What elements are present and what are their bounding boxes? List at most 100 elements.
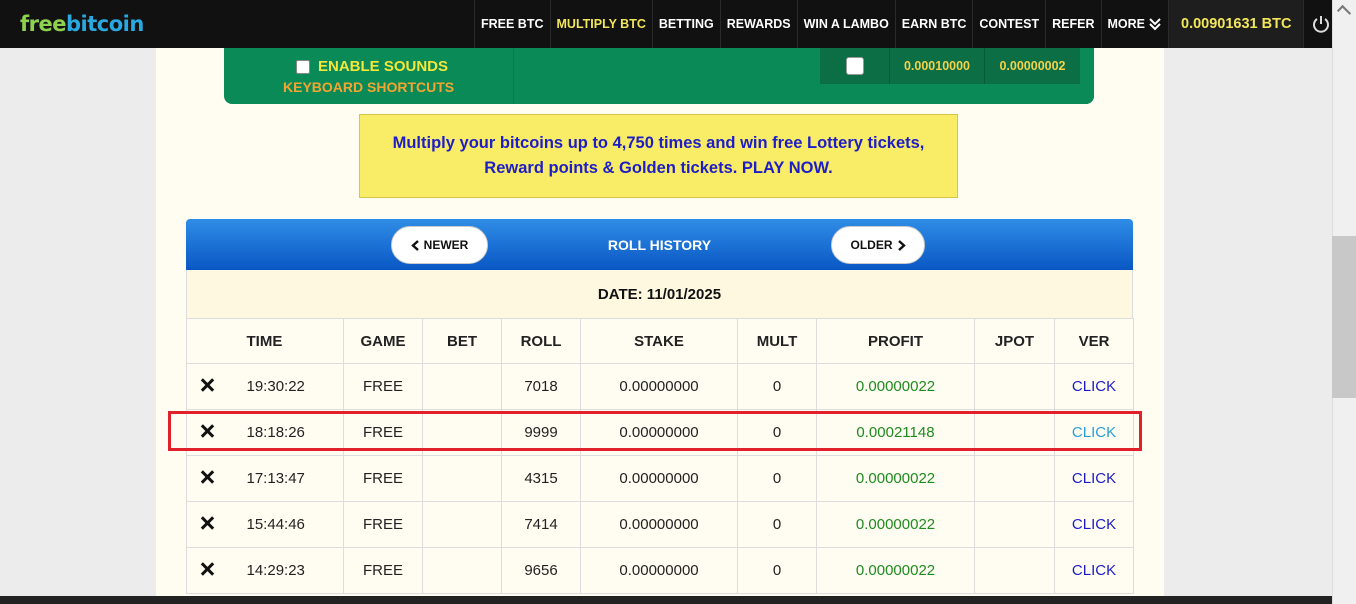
cell-bet <box>422 501 502 548</box>
col-header-game: GAME <box>343 318 423 364</box>
double-chevron-down-icon <box>1149 18 1161 31</box>
nav-item-multiply-btc[interactable]: MULTIPLY BTC <box>549 0 652 48</box>
cell-time: 19:30:22 <box>226 363 344 410</box>
nav-item-more[interactable]: MORE <box>1100 0 1169 48</box>
table-row: 14:29:23 FREE 9656 0.00000000 0 0.000000… <box>186 547 1134 594</box>
cell-profit: 0.00000022 <box>816 501 975 548</box>
roll-history-table: TIME GAME BET ROLL STAKE MULT PROFIT JPO… <box>186 318 1134 594</box>
promo-banner[interactable]: Multiply your bitcoins up to 4,750 times… <box>359 114 958 198</box>
logo-text-bitcoin: bitcoin <box>65 12 144 36</box>
newer-button[interactable]: NEWER <box>391 226 488 264</box>
nav-item-rewards[interactable]: REWARDS <box>719 0 797 48</box>
nav-item-contest[interactable]: CONTEST <box>972 0 1045 48</box>
cell-mult: 0 <box>737 547 817 594</box>
expand-arrows-icon <box>200 378 214 392</box>
cell-mult: 0 <box>737 501 817 548</box>
col-header-stake: STAKE <box>580 318 738 364</box>
cell-mult: 0 <box>737 455 817 502</box>
col-header-jpot: JPOT <box>974 318 1055 364</box>
power-icon <box>1312 16 1329 33</box>
cell-game: FREE <box>343 547 423 594</box>
col-header-time: TIME <box>226 318 344 364</box>
col-header-icon <box>186 318 227 364</box>
bet-row-checkbox[interactable] <box>845 57 864 75</box>
cell-roll: 4315 <box>501 455 581 502</box>
table-row: 15:44:46 FREE 7414 0.00000000 0 0.000000… <box>186 501 1134 548</box>
cell-jpot <box>974 363 1055 410</box>
cell-bet <box>422 547 502 594</box>
top-navbar: freebitcoin FREE BTC MULTIPLY BTC BETTIN… <box>0 0 1332 48</box>
verify-link[interactable]: CLICK <box>1054 547 1134 594</box>
expand-row-icon[interactable] <box>186 363 227 410</box>
history-date: DATE: 11/01/2025 <box>186 270 1133 318</box>
col-header-mult: MULT <box>737 318 817 364</box>
cell-roll: 7414 <box>501 501 581 548</box>
nav-item-earn-btc[interactable]: EARN BTC <box>894 0 973 48</box>
cell-game: FREE <box>343 501 423 548</box>
nav-item-free-btc[interactable]: FREE BTC <box>474 0 550 48</box>
nav-menu: FREE BTC MULTIPLY BTC BETTING REWARDS WI… <box>474 0 1337 48</box>
nav-item-more-label: MORE <box>1107 17 1146 31</box>
older-button-label: OLDER <box>850 238 893 252</box>
cell-bet <box>422 455 502 502</box>
col-header-ver: VER <box>1054 318 1134 364</box>
chevron-left-icon <box>410 239 419 251</box>
scrollbar-thumb[interactable] <box>1332 236 1356 398</box>
expand-row-icon[interactable] <box>186 547 227 594</box>
table-row: 17:13:47 FREE 4315 0.00000000 0 0.000000… <box>186 455 1134 502</box>
enable-sounds-label: ENABLE SOUNDS <box>318 58 449 75</box>
highlight-annotation-box <box>168 411 1142 451</box>
col-header-roll: ROLL <box>501 318 581 364</box>
nav-item-win-a-lambo[interactable]: WIN A LAMBO <box>796 0 895 48</box>
promo-line-1: Multiply your bitcoins up to 4,750 times… <box>392 134 925 152</box>
site-logo[interactable]: freebitcoin <box>20 12 144 36</box>
cell-time: 15:44:46 <box>226 501 344 548</box>
col-header-profit: PROFIT <box>816 318 975 364</box>
cell-stake: 0.00000000 <box>580 363 738 410</box>
bet-odds-row: 0.00010000 0.00000002 <box>820 48 1080 84</box>
cell-jpot <box>974 501 1055 548</box>
cell-stake: 0.00000000 <box>580 455 738 502</box>
table-header-row: TIME GAME BET ROLL STAKE MULT PROFIT JPO… <box>186 318 1134 364</box>
cell-profit: 0.00000022 <box>816 547 975 594</box>
verify-link[interactable]: CLICK <box>1054 363 1134 410</box>
cell-roll: 7018 <box>501 363 581 410</box>
multiply-box-divider <box>513 48 514 104</box>
bet-value-2: 0.00000002 <box>999 59 1066 73</box>
table-row: 19:30:22 FREE 7018 0.00000000 0 0.000000… <box>186 363 1134 410</box>
enable-sounds-checkbox[interactable] <box>296 59 310 74</box>
chevron-right-icon <box>897 239 906 251</box>
cell-stake: 0.00000000 <box>580 501 738 548</box>
cell-game: FREE <box>343 363 423 410</box>
expand-arrows-icon <box>200 470 214 484</box>
logo-text-free: free <box>20 12 66 36</box>
roll-history-title: ROLL HISTORY <box>607 236 712 253</box>
balance-display[interactable]: 0.00901631 BTC <box>1168 0 1304 48</box>
cell-roll: 9656 <box>501 547 581 594</box>
cell-time: 17:13:47 <box>226 455 344 502</box>
cell-mult: 0 <box>737 363 817 410</box>
cell-stake: 0.00000000 <box>580 547 738 594</box>
verify-link[interactable]: CLICK <box>1054 501 1134 548</box>
cell-time: 14:29:23 <box>226 547 344 594</box>
older-button[interactable]: OLDER <box>831 226 925 264</box>
expand-row-icon[interactable] <box>186 501 227 548</box>
promo-line-2: Reward points & Golden tickets. PLAY NOW… <box>484 159 833 177</box>
cell-jpot <box>974 547 1055 594</box>
enable-sounds-toggle[interactable]: ENABLE SOUNDS <box>296 58 448 75</box>
cell-game: FREE <box>343 455 423 502</box>
expand-row-icon[interactable] <box>186 455 227 502</box>
newer-button-label: NEWER <box>423 238 469 252</box>
expand-arrows-icon <box>200 562 214 576</box>
bet-row-checkbox-cell <box>820 48 890 84</box>
col-header-bet: BET <box>422 318 502 364</box>
bet-value-1: 0.00010000 <box>890 48 985 84</box>
keyboard-shortcuts-link[interactable]: KEYBOARD SHORTCUTS <box>283 79 454 95</box>
expand-arrows-icon <box>200 516 214 530</box>
nav-item-betting[interactable]: BETTING <box>651 0 720 48</box>
bottom-edge-bar <box>0 596 1332 604</box>
cell-jpot <box>974 455 1055 502</box>
nav-item-refer[interactable]: REFER <box>1045 0 1100 48</box>
cell-profit: 0.00000022 <box>816 455 975 502</box>
verify-link[interactable]: CLICK <box>1054 455 1134 502</box>
